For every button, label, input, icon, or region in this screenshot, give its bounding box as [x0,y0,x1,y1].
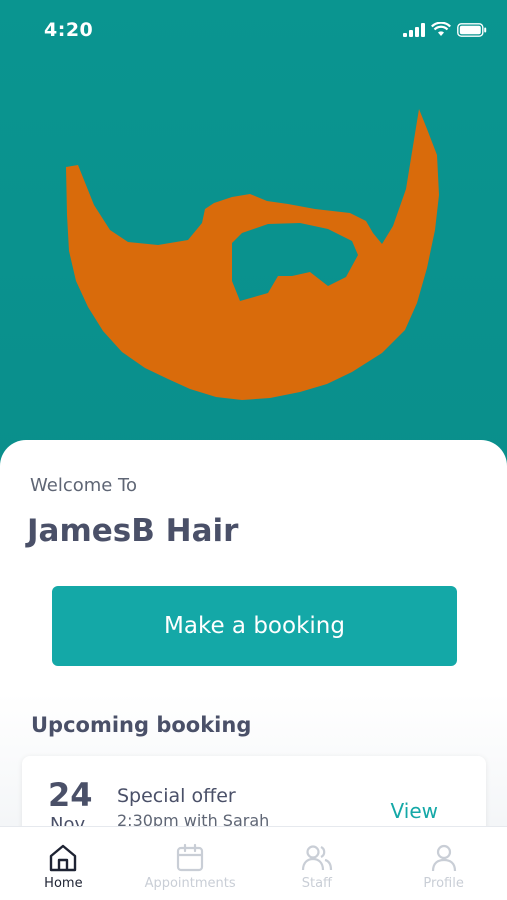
tab-profile-label: Profile [423,876,464,891]
home-icon [50,844,77,872]
tab-appointments-label: Appointments [144,876,236,891]
users-icon [301,845,332,871]
welcome-label: Welcome To [30,475,138,496]
bottom-tab-bar: Home Appointments Staff Profile [0,826,507,900]
beard-logo [66,109,439,400]
tab-profile[interactable]: Profile [380,827,507,900]
view-booking-link[interactable]: View [391,799,438,823]
upcoming-booking-heading: Upcoming booking [31,713,252,737]
status-time: 4:20 [44,19,94,41]
tab-home[interactable]: Home [0,827,127,900]
booking-day: 24 [48,776,93,814]
status-icons [403,22,487,37]
battery-icon [457,22,487,37]
tab-home-label: Home [44,876,83,891]
signal-icon [403,22,425,37]
tab-staff[interactable]: Staff [254,827,381,900]
user-icon [431,844,456,872]
hero-banner [0,0,507,470]
wifi-icon [431,22,451,36]
status-bar: 4:20 [0,0,507,62]
tab-staff-label: Staff [301,876,333,891]
calendar-icon [177,843,204,872]
booking-service: Special offer [117,785,236,807]
tab-appointments[interactable]: Appointments [127,827,254,900]
business-name: JamesB Hair [27,513,239,549]
make-booking-button[interactable]: Make a booking [52,586,457,666]
